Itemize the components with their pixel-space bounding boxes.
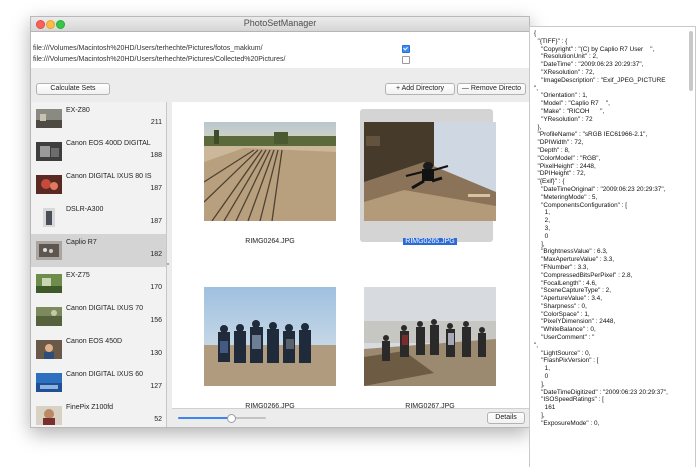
photo-grid: RIMG0264.JPG RIMG0265.JPG RIMG0266.JPG R… bbox=[172, 102, 529, 410]
camera-item[interactable]: FinePix Z100fd 52 bbox=[31, 399, 166, 427]
camera-name: Canon DIGITAL IXUS 70 bbox=[66, 305, 144, 312]
bottom-toolbar: Details bbox=[172, 408, 529, 427]
camera-name: Canon EOS 450D bbox=[66, 338, 123, 345]
window-title: PhotoSetManager bbox=[243, 18, 317, 28]
camera-item[interactable]: Canon DIGITAL IXUS 80 IS 187 bbox=[31, 168, 166, 201]
camera-thumb-icon bbox=[36, 340, 62, 359]
camera-item[interactable]: Canon DIGITAL IXUS 70 156 bbox=[31, 300, 166, 333]
camera-count: 187 bbox=[150, 218, 162, 225]
camera-count: 130 bbox=[150, 350, 162, 357]
zoom-slider-knob[interactable] bbox=[226, 414, 236, 423]
photo-thumbnail bbox=[364, 287, 496, 386]
camera-name: EX-Z80 bbox=[66, 107, 90, 114]
camera-name: Canon DIGITAL IXUS 60 bbox=[66, 371, 144, 378]
photo-filename: RIMG0264.JPG bbox=[245, 238, 295, 245]
camera-name: Canon DIGITAL IXUS 80 IS bbox=[66, 173, 152, 180]
metadata-scrollbar[interactable] bbox=[689, 31, 693, 91]
add-directory-button[interactable]: + Add Directory bbox=[385, 83, 455, 95]
camera-name: Canon EOS 400D DIGITAL bbox=[66, 140, 151, 147]
photo-filename: RIMG0265.JPG bbox=[403, 238, 457, 245]
camera-item[interactable]: Canon DIGITAL IXUS 60 127 bbox=[31, 366, 166, 399]
camera-count: 188 bbox=[150, 152, 162, 159]
camera-count: 52 bbox=[154, 416, 162, 423]
directory-row[interactable]: file:///Volumes/Macintosh%20HD/Users/ter… bbox=[31, 44, 529, 53]
camera-thumb-icon bbox=[36, 406, 62, 425]
zoom-slider-fill bbox=[178, 417, 231, 419]
photo-thumbnail bbox=[364, 122, 496, 221]
directory-list: file:///Volumes/Macintosh%20HD/Users/ter… bbox=[31, 32, 529, 68]
details-button[interactable]: Details bbox=[487, 412, 525, 424]
camera-name: Caplio R7 bbox=[66, 239, 97, 246]
remove-directory-button[interactable]: — Remove Directo bbox=[457, 83, 526, 95]
camera-name: EX-Z75 bbox=[66, 272, 90, 279]
camera-count: 182 bbox=[150, 251, 162, 258]
directory-checkbox[interactable] bbox=[402, 56, 410, 64]
camera-thumb-icon bbox=[36, 109, 62, 128]
directory-path: file:///Volumes/Macintosh%20HD/Users/ter… bbox=[33, 45, 263, 52]
camera-count: 156 bbox=[150, 317, 162, 324]
camera-count: 170 bbox=[150, 284, 162, 291]
directory-checkbox[interactable] bbox=[402, 45, 410, 53]
camera-thumb-icon bbox=[43, 208, 55, 227]
photo-set-manager-window: PhotoSetManager file:///Volumes/Macintos… bbox=[30, 16, 530, 428]
directory-path: file:///Volumes/Macintosh%20HD/Users/ter… bbox=[33, 56, 286, 63]
camera-thumb-icon bbox=[36, 241, 62, 260]
title-bar: PhotoSetManager bbox=[31, 17, 529, 32]
camera-item[interactable]: EX-Z80 211 bbox=[31, 102, 166, 135]
directory-row[interactable]: file:///Volumes/Macintosh%20HD/Users/ter… bbox=[31, 55, 529, 64]
camera-thumb-icon bbox=[36, 274, 62, 293]
camera-count: 211 bbox=[150, 119, 162, 126]
camera-name: DSLR-A300 bbox=[66, 206, 104, 213]
camera-name: FinePix Z100fd bbox=[66, 404, 114, 411]
zoom-slider[interactable] bbox=[178, 414, 266, 423]
camera-thumb-icon bbox=[36, 175, 62, 194]
camera-thumb-icon bbox=[36, 142, 62, 161]
metadata-text: { "{TIFF}" : { "Copyright" : "(C) by Cap… bbox=[534, 30, 668, 427]
camera-list: EX-Z80 211 Canon EOS 400D DIGITAL 188 Ca… bbox=[31, 102, 167, 427]
camera-thumb-icon bbox=[36, 373, 62, 392]
camera-count: 187 bbox=[150, 185, 162, 192]
camera-item[interactable]: Canon EOS 450D 130 bbox=[31, 333, 166, 366]
calculate-sets-button[interactable]: Calculate Sets bbox=[36, 83, 110, 95]
metadata-panel: { "{TIFF}" : { "Copyright" : "(C) by Cap… bbox=[529, 26, 696, 467]
camera-item[interactable]: Caplio R7 182 bbox=[31, 234, 166, 267]
photo-thumbnail bbox=[204, 122, 336, 221]
camera-thumb-icon bbox=[36, 307, 62, 326]
photo-thumbnail bbox=[204, 287, 336, 386]
camera-count: 127 bbox=[150, 383, 162, 390]
camera-item[interactable]: EX-Z75 170 bbox=[31, 267, 166, 300]
camera-item[interactable]: Canon EOS 400D DIGITAL 188 bbox=[31, 135, 166, 168]
camera-item[interactable]: DSLR-A300 187 bbox=[31, 201, 166, 234]
